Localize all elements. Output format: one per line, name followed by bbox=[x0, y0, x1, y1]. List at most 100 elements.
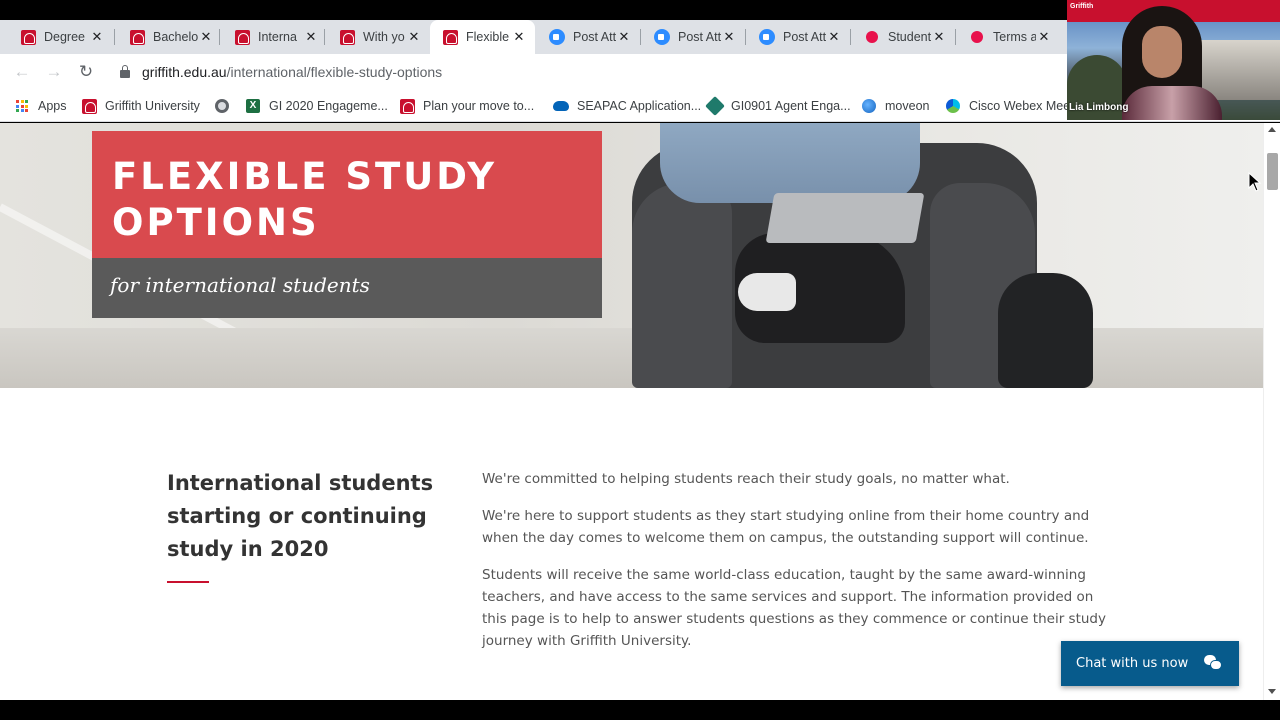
tab-post-att-2[interactable]: Post Att ✕ bbox=[642, 20, 745, 54]
forward-arrow-icon[interactable]: → bbox=[42, 60, 66, 84]
bookmark-label: SEAPAC Application... bbox=[577, 99, 702, 113]
tab-separator bbox=[745, 29, 746, 45]
bookmark-plan-your-move[interactable]: Plan your move to... bbox=[399, 96, 534, 116]
tab-title: Degree bbox=[44, 30, 85, 44]
hero-subtitle: for international students bbox=[110, 273, 370, 297]
tab-title: With yo bbox=[363, 30, 405, 44]
bookmark-label: GI 2020 Engageme... bbox=[269, 99, 388, 113]
tab-separator bbox=[324, 29, 325, 45]
close-icon[interactable]: ✕ bbox=[931, 29, 947, 45]
close-icon[interactable]: ✕ bbox=[511, 29, 527, 45]
tab-flexible-active[interactable]: Flexible ✕ bbox=[430, 20, 535, 54]
intro-paragraph-3: Students will receive the same world-cla… bbox=[482, 567, 1106, 649]
griffith-icon bbox=[442, 29, 458, 45]
tab-separator bbox=[640, 29, 641, 45]
close-icon[interactable]: ✕ bbox=[406, 29, 422, 45]
scroll-down-arrow-icon[interactable] bbox=[1268, 689, 1276, 694]
hero-laptop bbox=[765, 193, 925, 243]
webex-icon bbox=[945, 98, 961, 114]
tab-title: Interna bbox=[258, 30, 297, 44]
globe-icon bbox=[214, 98, 230, 114]
close-icon[interactable]: ✕ bbox=[89, 29, 105, 45]
tab-title: Flexible bbox=[466, 30, 510, 44]
tab-separator bbox=[955, 29, 956, 45]
address-bar[interactable]: griffith.edu.au/international/flexible-s… bbox=[142, 64, 442, 80]
hero-title-line-1: FLEXIBLE STUDY bbox=[112, 155, 498, 198]
webcam-logo: Griffith bbox=[1070, 3, 1094, 10]
lock-icon[interactable] bbox=[120, 65, 130, 78]
griffith-icon bbox=[81, 98, 97, 114]
webcam-participant-body bbox=[1122, 86, 1222, 120]
bookmark-label: Cisco Webex Meet bbox=[969, 99, 1074, 113]
heading-underline bbox=[167, 581, 209, 583]
zoom-icon bbox=[759, 29, 775, 45]
bookmark-label: Griffith University bbox=[105, 99, 200, 113]
bookmark-seapac[interactable]: SEAPAC Application... bbox=[553, 96, 701, 116]
hero-banner: FLEXIBLE STUDY OPTIONS for international… bbox=[0, 123, 1263, 388]
bookmark-globe[interactable] bbox=[214, 96, 238, 116]
close-icon[interactable]: ✕ bbox=[1036, 29, 1052, 45]
bookmark-label: GI0901 Agent Enga... bbox=[731, 99, 851, 113]
griffith-icon bbox=[20, 29, 36, 45]
bookmark-moveon[interactable]: moveon bbox=[861, 96, 929, 116]
excel-icon: X bbox=[245, 98, 261, 114]
hero-armchair-left-arm bbox=[632, 183, 732, 388]
tab-terms[interactable]: Terms a ✕ bbox=[957, 20, 1060, 54]
bookmark-apps[interactable]: Apps bbox=[14, 96, 67, 116]
webcam-participant-face bbox=[1142, 26, 1182, 78]
tab-bachelor[interactable]: Bachelo ✕ bbox=[117, 20, 222, 54]
bookmark-label: Plan your move to... bbox=[423, 99, 535, 113]
tab-title: Post Att bbox=[783, 30, 826, 44]
moveon-icon bbox=[861, 98, 877, 114]
bookmark-griffith-university[interactable]: Griffith University bbox=[81, 96, 200, 116]
scroll-up-arrow-icon[interactable] bbox=[1268, 127, 1276, 132]
tab-with-you[interactable]: With yo ✕ bbox=[327, 20, 430, 54]
close-icon[interactable]: ✕ bbox=[303, 29, 319, 45]
tab-separator bbox=[219, 29, 220, 45]
tab-title: Student bbox=[888, 30, 931, 44]
tab-post-att-3[interactable]: Post Att ✕ bbox=[747, 20, 850, 54]
tab-degree[interactable]: Degree ✕ bbox=[8, 20, 113, 54]
hero-title: FLEXIBLE STUDY OPTIONS bbox=[112, 154, 582, 246]
hero-sneaker bbox=[738, 273, 796, 311]
url-path: /international/flexible-study-options bbox=[226, 64, 443, 80]
intro-paragraph-1: We're committed to helping students reac… bbox=[482, 471, 1010, 487]
close-icon[interactable]: ✕ bbox=[198, 29, 214, 45]
tab-title: Terms a bbox=[993, 30, 1036, 44]
webcam-video-overlay: Griffith Lia Limbong bbox=[1067, 0, 1280, 120]
chat-button-label: Chat with us now bbox=[1076, 656, 1189, 671]
tab-separator bbox=[850, 29, 851, 45]
zoom-icon bbox=[654, 29, 670, 45]
hero-backpack bbox=[998, 273, 1093, 388]
tab-post-att-1[interactable]: Post Att ✕ bbox=[537, 20, 640, 54]
page-scrollbar[interactable] bbox=[1263, 123, 1280, 700]
url-domain: griffith.edu.au bbox=[142, 64, 227, 80]
participant-name: Lia Limbong bbox=[1069, 102, 1129, 113]
griffith-icon bbox=[129, 29, 145, 45]
hero-student-jacket bbox=[660, 123, 920, 203]
griffith-icon bbox=[339, 29, 355, 45]
chat-bubbles-icon bbox=[1204, 655, 1222, 671]
chat-button[interactable]: Chat with us now bbox=[1061, 641, 1239, 686]
close-icon[interactable]: ✕ bbox=[826, 29, 842, 45]
griffith-icon bbox=[399, 98, 415, 114]
close-icon[interactable]: ✕ bbox=[721, 29, 737, 45]
back-arrow-icon[interactable]: ← bbox=[10, 60, 34, 84]
bookmark-gi0901[interactable]: GI0901 Agent Enga... bbox=[705, 96, 851, 116]
bookmark-gi-2020[interactable]: X GI 2020 Engageme... bbox=[245, 96, 388, 116]
reload-icon[interactable]: ↻ bbox=[74, 60, 98, 84]
close-icon[interactable]: ✕ bbox=[616, 29, 632, 45]
bottom-letterbox bbox=[0, 700, 1280, 720]
bookmark-webex[interactable]: Cisco Webex Meet bbox=[945, 96, 1074, 116]
tab-student[interactable]: Student ✕ bbox=[852, 20, 955, 54]
section-heading: International students starting or conti… bbox=[167, 471, 434, 561]
griffith-icon bbox=[234, 29, 250, 45]
bookmark-label: Apps bbox=[38, 99, 67, 113]
tab-title: Post Att bbox=[573, 30, 616, 44]
scrollbar-thumb[interactable] bbox=[1267, 153, 1278, 190]
web-content: FLEXIBLE STUDY OPTIONS for international… bbox=[0, 123, 1263, 700]
tab-international[interactable]: Interna ✕ bbox=[222, 20, 327, 54]
agent-icon bbox=[705, 96, 725, 116]
intro-paragraph-2: We're here to support students as they s… bbox=[482, 508, 1090, 546]
tab-title: Bachelo bbox=[153, 30, 198, 44]
